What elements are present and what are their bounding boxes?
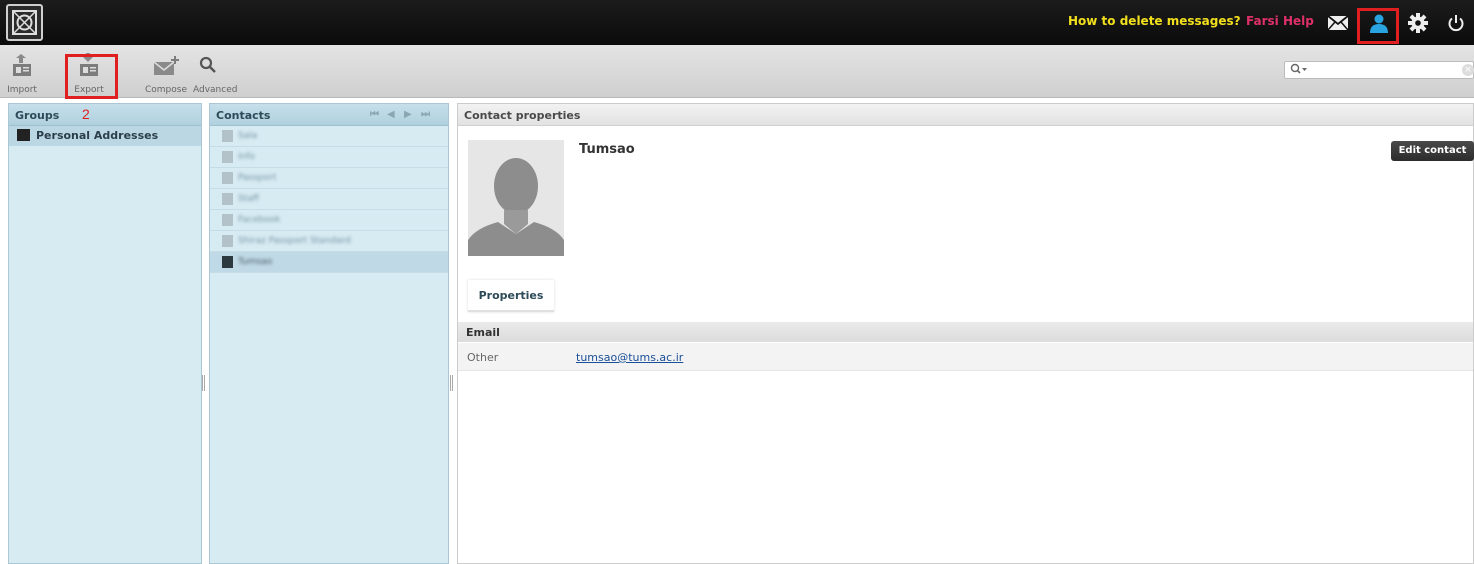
farsi-help-link[interactable]: Farsi Help: [1246, 14, 1314, 28]
panel-splitter-left[interactable]: [202, 375, 205, 391]
compose-label: Compose: [144, 85, 187, 95]
contact-name: Staff: [238, 194, 259, 204]
compose-icon: [153, 56, 179, 75]
highlight-box-contacts: [1357, 8, 1399, 44]
pager-last-icon[interactable]: ⏭: [421, 109, 430, 120]
email-type-label: Other: [467, 351, 499, 364]
groups-title: Groups: [15, 109, 60, 122]
pager-next-icon[interactable]: ▶: [404, 109, 412, 120]
contact-name-heading: Tumsao: [579, 142, 635, 157]
mail-icon[interactable]: [1322, 9, 1354, 37]
contact-name: Facebook: [238, 215, 281, 225]
magnifier-icon: [199, 56, 216, 73]
edit-contact-button[interactable]: Edit contact: [1391, 141, 1474, 161]
contact-name: Shiraz Passport Standard: [238, 236, 351, 246]
email-row: Other tumsao@tums.ac.ir: [458, 343, 1473, 371]
email-link[interactable]: tumsao@tums.ac.ir: [576, 351, 683, 364]
tab-properties[interactable]: Properties: [468, 280, 554, 312]
contact-list: Sala Info Passport Staff Facebook Shiraz…: [210, 126, 448, 273]
email-section-header: Email: [458, 322, 1473, 342]
toolbar: Import Export Compose Advanced ×: [0, 45, 1474, 98]
person-icon: [222, 130, 233, 142]
advanced-search-button[interactable]: Advanced: [193, 51, 237, 95]
quick-search-input[interactable]: [1284, 61, 1474, 79]
contact-properties-header: Contact properties: [458, 104, 1473, 126]
person-icon: [222, 172, 233, 184]
import-button[interactable]: Import: [2, 51, 42, 95]
contact-name: Tumsao: [238, 257, 273, 267]
import-label: Import: [7, 85, 37, 95]
annotation-marker-2: 2: [82, 106, 90, 122]
person-icon: [222, 214, 233, 226]
advanced-label: Advanced: [193, 85, 238, 95]
pager-prev-icon[interactable]: ◀: [387, 109, 395, 120]
compose-button[interactable]: Compose: [142, 51, 190, 95]
highlight-box-export: [65, 54, 118, 99]
person-icon: [222, 256, 233, 268]
person-icon: [222, 193, 233, 205]
contact-properties-panel: Contact properties Tumsao Edit contact P…: [457, 103, 1474, 564]
gear-icon[interactable]: [1402, 9, 1434, 37]
contacts-title: Contacts: [216, 109, 271, 122]
help-link[interactable]: How to delete messages?: [1068, 14, 1241, 28]
group-item-personal-addresses[interactable]: Personal Addresses: [9, 126, 201, 146]
contact-row[interactable]: Shiraz Passport Standard: [210, 231, 448, 252]
contact-properties-title: Contact properties: [464, 109, 581, 122]
contact-row[interactable]: Sala: [210, 126, 448, 147]
top-bar: How to delete messages? Farsi Help: [0, 0, 1474, 45]
group-label: Personal Addresses: [36, 129, 159, 142]
power-icon[interactable]: [1440, 9, 1472, 37]
contact-name: Info: [238, 152, 256, 162]
contact-row-selected[interactable]: Tumsao: [210, 252, 448, 273]
contact-photo: [468, 140, 564, 256]
import-icon: [13, 54, 31, 76]
panel-splitter-right[interactable]: [450, 375, 453, 391]
contact-row[interactable]: Passport: [210, 168, 448, 189]
groups-header: Groups: [9, 104, 201, 126]
search-options-icon[interactable]: [1290, 63, 1308, 78]
contacts-panel: Contacts ⏮ ◀ ▶ ⏭ Sala Info Passport Staf…: [209, 103, 449, 564]
contact-row[interactable]: Info: [210, 147, 448, 168]
contact-row[interactable]: Facebook: [210, 210, 448, 231]
address-book-icon: [17, 129, 30, 141]
pager-first-icon[interactable]: ⏮: [370, 109, 379, 120]
contact-name: Passport: [238, 173, 277, 183]
search-clear-icon[interactable]: ×: [1462, 64, 1474, 76]
contacts-header: Contacts ⏮ ◀ ▶ ⏭: [210, 104, 448, 126]
person-icon: [222, 151, 233, 163]
contact-name: Sala: [238, 131, 258, 141]
person-icon: [222, 235, 233, 247]
groups-panel: Groups Personal Addresses: [8, 103, 202, 564]
logo-icon[interactable]: [6, 4, 43, 41]
contact-row[interactable]: Staff: [210, 189, 448, 210]
